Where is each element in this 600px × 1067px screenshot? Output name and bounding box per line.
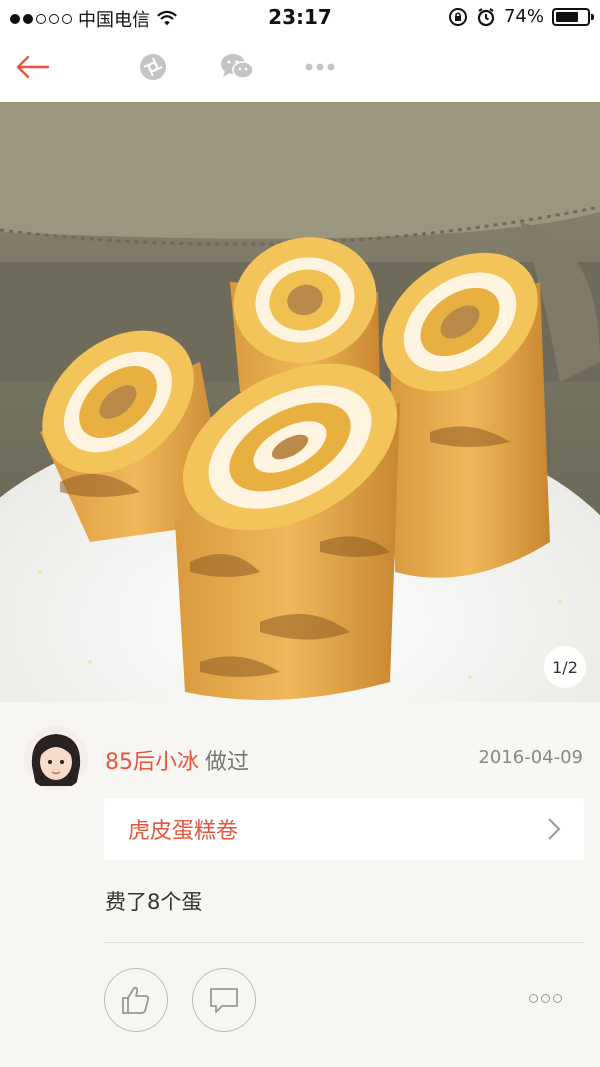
user-action-label: 做过: [205, 750, 250, 775]
post-more-icon[interactable]: [529, 994, 562, 1003]
battery-level-fill: [556, 11, 579, 22]
wechat-icon[interactable]: [220, 52, 254, 82]
comment-icon: [210, 988, 238, 1013]
user-name-link[interactable]: 85后小冰: [105, 750, 199, 775]
recipe-link[interactable]: 虎皮蛋糕卷: [104, 798, 584, 860]
orientation-lock-icon: [448, 7, 467, 26]
post-text: 费了8个蛋: [105, 890, 203, 914]
cake-roll-photo: [0, 102, 600, 702]
avatar[interactable]: [24, 726, 88, 790]
like-button[interactable]: [104, 968, 168, 1032]
battery-icon: [552, 7, 594, 26]
recipe-name: 虎皮蛋糕卷: [128, 819, 239, 844]
navigation-bar: [0, 34, 600, 102]
back-arrow-icon[interactable]: [14, 52, 50, 82]
photo-page-counter: 1/2: [544, 646, 586, 688]
camera-aperture-icon[interactable]: [136, 52, 170, 82]
user-line: 85后小冰 做过: [105, 744, 249, 776]
thumbs-up-icon: [122, 986, 150, 1014]
divider: [104, 942, 584, 943]
alarm-icon: [477, 7, 495, 26]
battery-percent: 74%: [503, 6, 544, 27]
more-icon[interactable]: [303, 52, 337, 82]
post-date: 2016-04-09: [478, 747, 583, 768]
chevron-right-icon: [548, 818, 561, 840]
comment-button[interactable]: [192, 968, 256, 1032]
post-photo[interactable]: 1/2: [0, 102, 600, 702]
status-bar: 中国电信 23:17 74%: [0, 0, 600, 34]
